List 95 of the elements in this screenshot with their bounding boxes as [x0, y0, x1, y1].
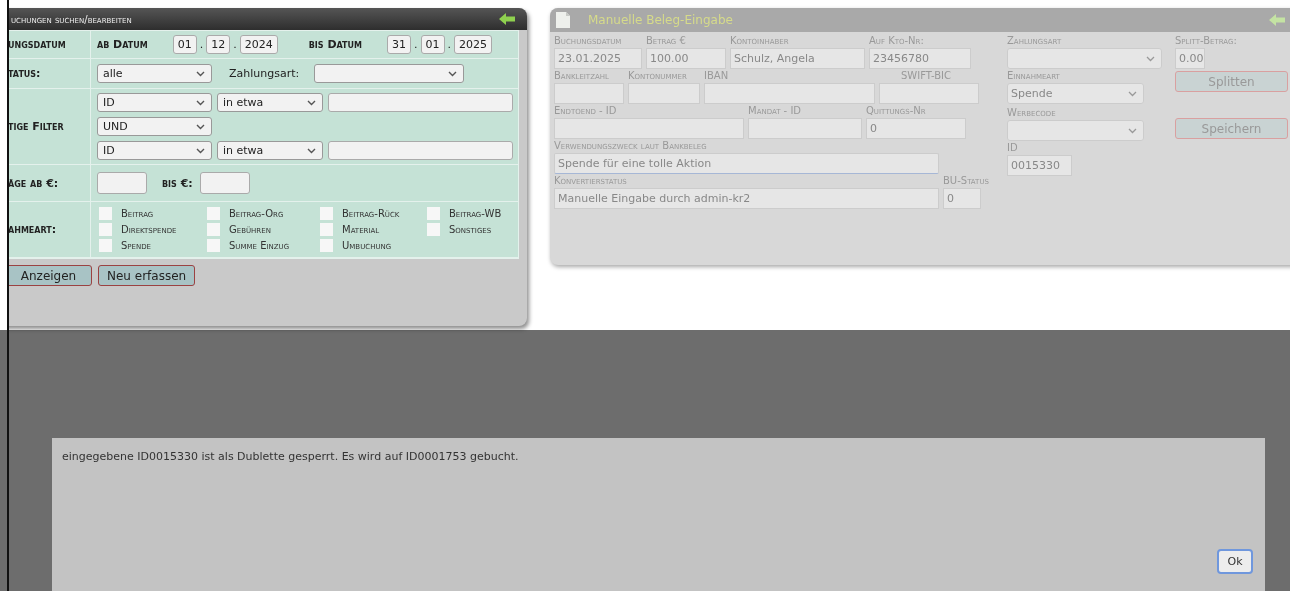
date-field[interactable]: 12 [206, 35, 231, 54]
show-button[interactable]: Anzeigen [9, 265, 92, 286]
checkbox-label: Material [342, 224, 380, 235]
amount-input[interactable] [199, 172, 250, 194]
checkbox-label: Beitrag-Org [229, 208, 284, 219]
field-label: Buchungsdatum [554, 34, 623, 48]
payment-type-select[interactable] [314, 64, 465, 83]
checkbox[interactable] [207, 207, 220, 220]
checkbox-label: Beitrag-WB [449, 208, 502, 219]
field-label: tatus: [9, 67, 41, 80]
filter-input[interactable] [328, 141, 513, 160]
date-separator: . [447, 38, 451, 51]
checkbox-label: Gebühren [229, 224, 271, 235]
document-icon [556, 12, 570, 28]
field-label: Zahlungsart [1007, 34, 1063, 48]
field-label: Bankleitzahl [554, 69, 610, 83]
field-label: ungsdatum [9, 38, 66, 51]
operator-select[interactable]: in etwa [217, 93, 323, 112]
chevron-down-icon [196, 70, 205, 77]
input-field[interactable] [554, 118, 744, 139]
field-label: ID [1007, 141, 1019, 155]
checkbox-label: Sonstiges [449, 224, 492, 235]
input-field[interactable] [879, 83, 979, 104]
field-label: bis Datum [308, 38, 362, 51]
operator-select[interactable]: in etwa [217, 141, 323, 160]
checkbox-label: Beitrag [121, 208, 154, 219]
date-separator: . [233, 38, 237, 51]
checkbox[interactable] [320, 239, 333, 252]
checkbox-label: Spende [121, 240, 152, 251]
checkbox[interactable] [99, 207, 112, 220]
checkbox[interactable] [99, 239, 112, 252]
chevron-down-icon [307, 99, 316, 106]
date-field[interactable]: 01 [172, 35, 197, 54]
field-label: Betrag € [646, 34, 687, 48]
checkbox-label: Direktspende [121, 224, 177, 235]
field-label: Auf Kto-Nr: [869, 34, 925, 48]
ok-button[interactable]: Ok [1217, 549, 1253, 574]
checkbox[interactable] [320, 207, 333, 220]
checkbox-label: Beitrag-Rück [342, 208, 400, 219]
field-label: Splitt-Betrag: [1175, 34, 1237, 48]
checkbox-label: Umbuchung [342, 240, 392, 251]
chevron-down-icon [1146, 55, 1155, 62]
checkbox[interactable] [427, 207, 440, 220]
checkbox[interactable] [99, 223, 112, 236]
date-separator: . [199, 38, 204, 51]
date-field[interactable]: 2024 [239, 35, 278, 54]
field-label: BU-Status [943, 174, 989, 188]
status-select[interactable]: alle [97, 64, 212, 83]
field-select[interactable]: ID [97, 93, 212, 112]
input-field[interactable] [554, 83, 624, 104]
field-label: Einnahmeart [1007, 69, 1061, 83]
panel-title: uchungen suchen/bearbeiten [11, 13, 132, 25]
chevron-down-icon [1128, 90, 1137, 97]
checkbox[interactable] [207, 239, 220, 252]
chevron-down-icon [196, 99, 205, 106]
field-label: Kontonummer [628, 69, 688, 83]
input-field[interactable] [628, 83, 700, 104]
back-arrow-icon[interactable] [499, 13, 515, 25]
filter-input[interactable] [328, 93, 513, 112]
checkbox[interactable] [320, 223, 333, 236]
dialog-message: eingegebene ID0015330 ist als Dublette gesperrt. Es wird auf ID0001753 gebucht. [62, 450, 520, 463]
field-label: ab Datum [97, 38, 148, 51]
input-field[interactable] [748, 118, 862, 139]
field-label: Werbecode [1007, 106, 1057, 120]
field-label: Kontoinhaber [730, 34, 790, 48]
date-separator: . [414, 38, 418, 51]
field-label: äge ab €: [9, 176, 59, 190]
chevron-down-icon [196, 123, 205, 130]
field-label: IBAN [704, 69, 730, 83]
date-field[interactable]: 31 [387, 35, 411, 54]
field-label: tige Filter [9, 120, 64, 133]
field-label: Mandat - ID [748, 104, 803, 118]
field-label: Konvertierstatus [554, 174, 628, 188]
checkbox[interactable] [427, 223, 440, 236]
field-label: Quittungs-Nr [866, 104, 927, 118]
field-label: SWIFT-BIC [900, 69, 952, 83]
date-field[interactable]: 2025 [454, 35, 492, 54]
field-label: Zahlungsart: [229, 67, 300, 80]
new-entry-button[interactable]: Neu erfassen [98, 265, 196, 286]
field-label: Endtoend - ID [554, 104, 618, 118]
logic-select[interactable]: UND [97, 117, 212, 136]
chevron-down-icon [1128, 127, 1137, 134]
amount-input[interactable] [97, 172, 147, 194]
chevron-down-icon [196, 147, 205, 154]
dropdown-field[interactable] [1007, 120, 1144, 141]
chevron-down-icon [448, 70, 458, 77]
field-select[interactable]: ID [97, 141, 212, 160]
field-label: ahmeart: [9, 223, 57, 236]
field-label: bis €: [162, 176, 193, 190]
input-field[interactable] [704, 83, 875, 104]
dropdown-field[interactable] [1007, 48, 1162, 69]
checkbox-label: Summe Einzug [229, 240, 290, 251]
chevron-down-icon [307, 147, 316, 154]
date-field[interactable]: 01 [420, 35, 445, 54]
checkbox[interactable] [207, 223, 220, 236]
